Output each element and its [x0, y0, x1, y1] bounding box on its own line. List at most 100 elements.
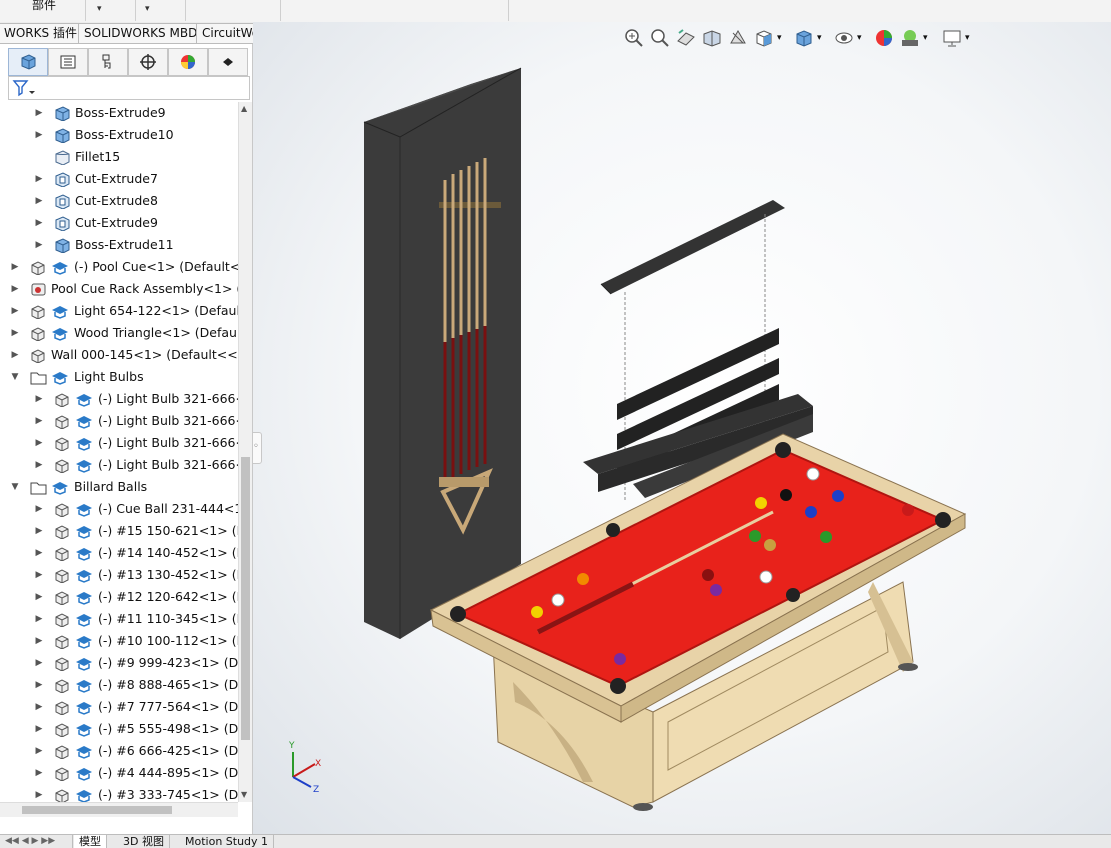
expand-arrow-icon[interactable]: ▶ [10, 322, 20, 344]
tree-item[interactable]: ▶ Cut-Extrude7 [0, 168, 238, 190]
tree-item[interactable]: ▶ Cut-Extrude9 [0, 212, 238, 234]
tree-item[interactable]: ▶ (-) #11 110-345<1> (De [0, 608, 238, 630]
expand-arrow-icon[interactable]: ▶ [34, 124, 44, 146]
tree-item[interactable]: ▶ Wood Triangle<1> (Defaul [0, 322, 238, 344]
tree-item[interactable]: ▶ (-) #9 999-423<1> (Def [0, 652, 238, 674]
doc-type-dropdown[interactable]: 部件 [0, 0, 86, 21]
dropdown-2[interactable]: ▾ [135, 0, 186, 21]
tree-item[interactable]: ▶ (-) #13 130-452<1> (De [0, 564, 238, 586]
expand-arrow-icon[interactable]: ▶ [34, 388, 44, 410]
expand-arrow-icon[interactable]: ▶ [34, 520, 44, 542]
tree-item[interactable]: ▶ (-) Light Bulb 321-666< [0, 432, 238, 454]
tree-item[interactable]: ▶ (-) #4 444-895<1> (Def [0, 762, 238, 784]
tree-item[interactable]: ▶ Boss-Extrude11 [0, 234, 238, 256]
addin-tabs: WORKS 插件 SOLIDWORKS MBD CircuitWorks [0, 22, 284, 44]
dropdown-1[interactable]: ▾ [85, 0, 136, 21]
expand-arrow-icon[interactable]: ▶ [34, 630, 44, 652]
mate-reference-icon [51, 259, 68, 275]
tab-works-addins[interactable]: WORKS 插件 [0, 23, 83, 44]
tree-filter[interactable] [8, 76, 250, 100]
tree-item-label: (-) Light Bulb 321-666< [98, 413, 238, 428]
expand-arrow-icon[interactable]: ▶ [10, 344, 20, 366]
expand-arrow-icon[interactable]: ▶ [34, 696, 44, 718]
expand-arrow-icon[interactable]: ▶ [34, 454, 44, 476]
expand-arrow-icon[interactable]: ▶ [34, 168, 44, 190]
tree-item-label: (-) Light Bulb 321-666< [98, 435, 238, 450]
collapse-arrow-icon[interactable]: ▼ [10, 476, 20, 498]
tree-item[interactable]: ▶ (-) #5 555-498<1> (Def [0, 718, 238, 740]
expand-arrow-icon[interactable]: ▶ [10, 256, 20, 278]
configuration-manager-tab[interactable] [88, 48, 128, 76]
axis-triad: Y X Z [288, 741, 321, 795]
tree-item-label: Boss-Extrude10 [75, 127, 174, 142]
property-manager-tab[interactable] [48, 48, 88, 76]
expand-arrow-icon[interactable]: ▶ [34, 762, 44, 784]
tree-item[interactable]: ▶ Pool Cue Rack Assembly<1> (D [0, 278, 238, 300]
cam-tab[interactable] [208, 48, 248, 76]
tree-item[interactable]: ▶ Boss-Extrude9 [0, 102, 238, 124]
expand-arrow-icon[interactable]: ▶ [34, 608, 44, 630]
expand-arrow-icon[interactable]: ▶ [10, 300, 20, 322]
scroll-thumb[interactable] [241, 457, 250, 740]
dimxpert-tab[interactable] [128, 48, 168, 76]
tree-item[interactable]: ▶ (-) #10 100-112<1> (De [0, 630, 238, 652]
tree-item[interactable]: ▶ (-) #12 120-642<1> (De [0, 586, 238, 608]
feature-manager-tab[interactable] [8, 48, 48, 76]
expand-arrow-icon[interactable]: ▶ [34, 234, 44, 256]
expand-arrow-icon[interactable]: ▶ [34, 542, 44, 564]
expand-arrow-icon[interactable]: ▶ [10, 278, 20, 300]
expand-arrow-icon[interactable]: ▶ [34, 498, 44, 520]
appearance-pie-icon [181, 55, 195, 69]
tree-item[interactable]: ▶ (-) Light Bulb 321-666< [0, 388, 238, 410]
display-manager-tab[interactable] [168, 48, 208, 76]
scroll-thumb[interactable] [22, 806, 172, 814]
expand-arrow-icon[interactable]: ▶ [34, 586, 44, 608]
tree-item[interactable]: ▶ Cut-Extrude8 [0, 190, 238, 212]
expand-arrow-icon[interactable]: ▶ [34, 432, 44, 454]
extrude-icon [54, 237, 71, 254]
expand-arrow-icon[interactable]: ▶ [34, 718, 44, 740]
tree-item[interactable]: ▶ (-) Cue Ball 231-444<1> [0, 498, 238, 520]
expand-arrow-icon[interactable]: ▶ [34, 740, 44, 762]
svg-text:Z: Z [313, 785, 319, 795]
tree-item[interactable]: ▶ (-) Light Bulb 321-666< [0, 454, 238, 476]
expand-arrow-icon[interactable]: ▶ [34, 674, 44, 696]
tab-solidworks-mbd[interactable]: SOLIDWORKS MBD [78, 23, 204, 44]
tree-item-label: (-) #11 110-345<1> (De [98, 611, 238, 626]
tree-item[interactable]: ▶ (-) #6 666-425<1> (Def [0, 740, 238, 762]
tree-item[interactable]: Fillet15 [0, 146, 238, 168]
expand-arrow-icon[interactable]: ▶ [34, 784, 44, 802]
tree-item[interactable]: ▶ (-) #14 140-452<1> (De [0, 542, 238, 564]
tree-item[interactable]: ▶ (-) Pool Cue<1> (Default<< [0, 256, 238, 278]
expand-arrow-icon[interactable]: ▶ [34, 190, 44, 212]
tab-motion-study[interactable]: Motion Study 1 [180, 835, 275, 848]
tree-item[interactable]: ▶ (-) #8 888-465<1> (Def [0, 674, 238, 696]
tree-vertical-scrollbar[interactable]: ▲ ▼ [238, 102, 252, 802]
tab-model[interactable]: 模型 [74, 835, 107, 848]
tab-nav-arrows[interactable]: ◀◀ ◀ ▶ ▶▶ [0, 835, 73, 848]
svg-text:Y: Y [288, 741, 295, 751]
mate-reference-icon [75, 765, 92, 781]
graphics-viewport[interactable]: ◦ ▾ ▾ ▾ ▾ ▾ Y X Z [253, 22, 1111, 834]
tree-item[interactable]: ▶ (-) Light Bulb 321-666< [0, 410, 238, 432]
tree-item-label: (-) #15 150-621<1> (De [98, 523, 238, 538]
tree-item[interactable]: ▶ Wall 000-145<1> (Default<<De [0, 344, 238, 366]
tree-item[interactable]: ▶ Boss-Extrude10 [0, 124, 238, 146]
scroll-down-icon[interactable]: ▼ [241, 790, 247, 799]
tree-folder[interactable]: ▼ Billard Balls [0, 476, 238, 498]
expand-arrow-icon[interactable]: ▶ [34, 652, 44, 674]
expand-arrow-icon[interactable]: ▶ [34, 102, 44, 124]
expand-arrow-icon[interactable]: ▶ [34, 212, 44, 234]
tree-item[interactable]: ▶ Light 654-122<1> (Default< [0, 300, 238, 322]
tab-3d-view[interactable]: 3D 视图 [118, 835, 170, 848]
tree-item[interactable]: ▶ (-) #15 150-621<1> (De [0, 520, 238, 542]
scroll-up-icon[interactable]: ▲ [241, 104, 247, 113]
collapse-arrow-icon[interactable]: ▼ [10, 366, 20, 388]
cue-rack-wall [363, 67, 522, 639]
tree-horizontal-scrollbar[interactable] [0, 802, 238, 817]
tree-item[interactable]: ▶ (-) #7 777-564<1> (Def [0, 696, 238, 718]
tree-folder[interactable]: ▼ Light Bulbs [0, 366, 238, 388]
expand-arrow-icon[interactable]: ▶ [34, 410, 44, 432]
tree-item[interactable]: ▶ (-) #3 333-745<1> (Def [0, 784, 238, 802]
expand-arrow-icon[interactable]: ▶ [34, 564, 44, 586]
